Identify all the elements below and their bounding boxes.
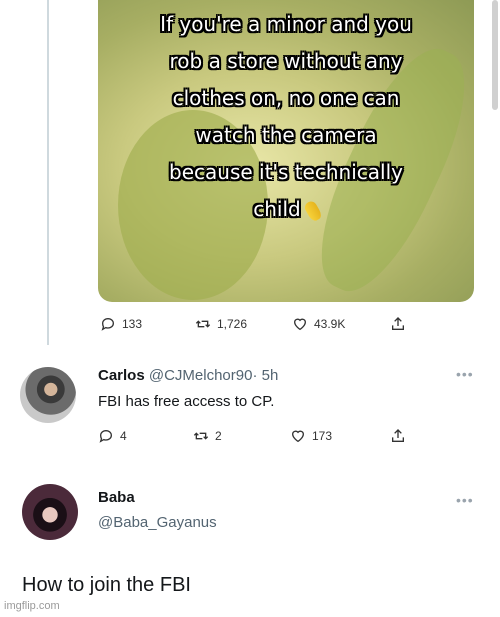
avatar-baba[interactable] — [22, 484, 78, 540]
avatar-carlos[interactable] — [20, 367, 76, 423]
post-time: · 5h — [252, 367, 279, 384]
author-name[interactable]: Carlos — [98, 367, 145, 384]
reply-count: 133 — [122, 317, 143, 331]
share-icon — [390, 316, 406, 332]
meme-line-6: child — [253, 195, 323, 223]
author-handle[interactable]: @Baba_Gayanus — [98, 514, 217, 531]
meme-line-6-text: child — [253, 197, 301, 221]
retweet-button[interactable]: 1,726 — [195, 316, 292, 332]
scrollbar[interactable] — [492, 0, 498, 110]
share-icon — [390, 428, 406, 444]
reply-button[interactable]: 133 — [100, 316, 195, 332]
tweet2-action-bar: 4 2 173 — [98, 428, 406, 444]
meme-line-3: clothes on, no one can — [172, 86, 400, 110]
reply-count: 4 — [120, 429, 127, 443]
reply-button[interactable]: 4 — [98, 428, 193, 444]
author-handle[interactable]: @CJMelchor90 — [149, 367, 253, 384]
tweet3-text: How to join the FBI — [22, 574, 191, 596]
more-dots-icon[interactable]: ••• — [456, 366, 474, 382]
reply-icon — [100, 316, 116, 332]
thread-line — [47, 0, 49, 345]
corn-emoji-icon — [302, 198, 323, 223]
like-count: 173 — [312, 429, 333, 443]
tweet1-action-bar: 133 1,726 43.9K — [100, 316, 406, 332]
share-button[interactable] — [390, 316, 406, 332]
author-name[interactable]: Baba — [98, 489, 135, 506]
heart-icon — [292, 316, 308, 332]
reply-icon — [98, 428, 114, 444]
watermark: imgflip.com — [4, 600, 60, 612]
retweet-button[interactable]: 2 — [193, 428, 290, 444]
retweet-count: 2 — [215, 429, 222, 443]
like-button[interactable]: 173 — [290, 428, 390, 444]
meme-line-2: rob a store without any — [169, 49, 403, 73]
heart-icon — [290, 428, 306, 444]
retweet-count: 1,726 — [217, 317, 248, 331]
like-count: 43.9K — [314, 317, 346, 331]
meme-caption: If you're a minor and you rob a store wi… — [98, 10, 474, 223]
retweet-icon — [193, 428, 209, 444]
tweet2-text: FBI has free access to CP. — [98, 393, 275, 410]
share-button[interactable] — [390, 428, 406, 444]
meme-line-1: If you're a minor and you — [160, 12, 412, 36]
meme-line-5: because it's technically — [169, 160, 403, 184]
tweet2-header: Carlos @CJMelchor90· 5h — [98, 367, 278, 384]
retweet-icon — [195, 316, 211, 332]
more-dots-icon[interactable]: ••• — [456, 492, 474, 508]
meme-line-4: watch the camera — [195, 123, 377, 147]
like-button[interactable]: 43.9K — [292, 316, 390, 332]
meme-image[interactable]: If you're a minor and you rob a store wi… — [98, 0, 474, 302]
